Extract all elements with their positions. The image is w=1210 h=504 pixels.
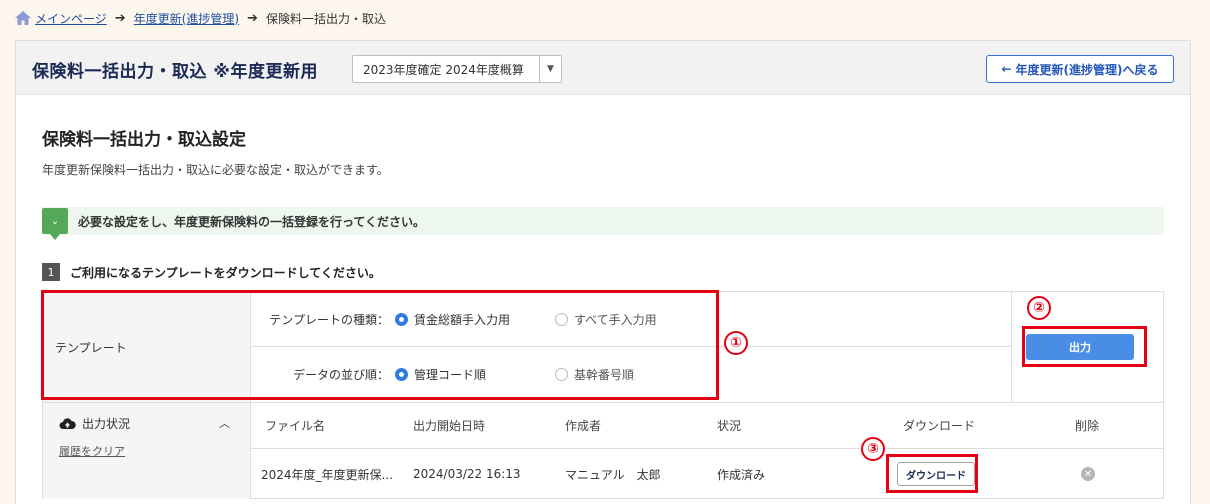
row-started: 2024/03/22 16:13 [413,467,521,481]
annotation-2: ② [1027,296,1051,320]
breadcrumb-current: 保険料一括出力・取込 [265,11,386,26]
back-button-label: 年度更新(進捗管理)へ戻る [1015,62,1159,77]
notice-text: 必要な設定をし、年度更新保険料の一括登録を行ってください。 [78,214,426,229]
header-state: 状況 [717,419,742,433]
back-to-progress-button[interactable]: ← 年度更新(進捗管理)へ戻る [986,55,1174,83]
breadcrumb-progress-link[interactable]: 年度更新(進捗管理) [134,10,239,27]
header-download: ダウンロード [903,419,976,433]
breadcrumb-arrow-icon: ➔ [247,10,258,26]
breadcrumb: メインページ ➔ 年度更新(進捗管理) ➔ 保険料一括出力・取込 [14,8,386,28]
home-icon[interactable] [14,10,32,26]
highlight-box-1 [41,290,719,400]
row-state: 作成済み [717,467,766,482]
chevron-down-icon[interactable]: ▼ [539,56,561,82]
panel-header: 保険料一括出力・取込 ※年度更新用 2023年度確定 2024年度概算 ▼ ← … [16,41,1190,95]
step-1: 1 ご利用になるテンプレートをダウンロードしてください。 [42,263,381,281]
status-title: 出力状況 [82,417,131,431]
clear-history-link[interactable]: 履歴をクリア [59,443,125,459]
highlight-box-2 [1022,326,1147,367]
step-number: 1 [42,263,60,281]
chevron-up-icon[interactable]: ︿ [219,415,230,431]
annotation-3: ③ [861,437,885,461]
close-icon[interactable]: ✕ [1081,467,1095,481]
year-select-value: 2023年度確定 2024年度概算 [363,62,524,77]
section-title: 保険料一括出力・取込設定 [42,130,246,150]
header-author: 作成者 [565,419,602,433]
breadcrumb-arrow-icon: ➔ [114,10,126,26]
arrow-left-icon: ← [1001,62,1012,76]
notice-banner: ⌄ 必要な設定をし、年度更新保険料の一括登録を行ってください。 [42,207,1164,240]
header-file: ファイル名 [265,419,326,433]
table-header: ファイル名 出力開始日時 作成者 状況 ダウンロード 削除 [251,403,1163,449]
delete-cell: ✕ [1081,449,1095,499]
header-started: 出力開始日時 [413,419,486,433]
section-description: 年度更新保険料一括出力・取込に必要な設定・取込ができます。 [42,163,389,177]
chevron-down-icon[interactable]: ⌄ [42,208,68,240]
year-select[interactable]: 2023年度確定 2024年度概算 ▼ [352,55,562,83]
header-delete: 削除 [1075,419,1100,433]
row-file: 2024年度_年度更新保... [261,467,393,482]
status-heading: 出力状況 [59,415,130,432]
table-row: 2024年度_年度更新保... 2024/03/22 16:13 マニュアル 太… [251,449,1163,499]
output-status-table: 出力状況 ︿ 履歴をクリア ファイル名 出力開始日時 作成者 状況 ダウンロード… [42,403,1164,499]
main-panel: 保険料一括出力・取込 ※年度更新用 2023年度確定 2024年度概算 ▼ ← … [15,40,1191,504]
highlight-box-3 [886,454,978,493]
cloud-download-icon [59,417,76,429]
row-author: マニュアル 太郎 [565,467,661,482]
step-text: ご利用になるテンプレートをダウンロードしてください。 [70,265,381,280]
breadcrumb-home-link[interactable]: メインページ [35,10,107,27]
page-title: 保険料一括出力・取込 ※年度更新用 [32,62,318,82]
status-side: 出力状況 ︿ 履歴をクリア [43,403,251,499]
annotation-1: ① [724,331,748,355]
